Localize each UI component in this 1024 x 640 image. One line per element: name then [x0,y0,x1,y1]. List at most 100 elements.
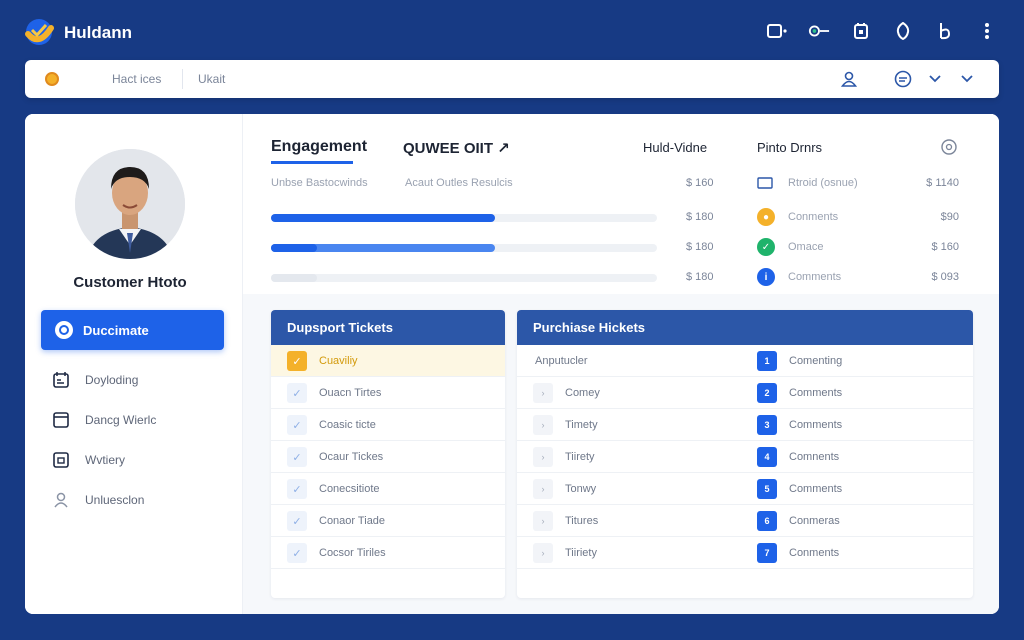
checkbox-icon[interactable]: ✓ [287,543,307,563]
progress-bar-3 [271,274,657,282]
support-tickets-panel: Dupsport Tickets ✓ Cuaviliy ✓ Ouacn Tirtes… [271,310,505,598]
tab-engagement[interactable]: Engagement [271,138,367,156]
profile-name: Customer Htoto [73,274,187,291]
row-label: Titures [565,515,599,527]
stat-label: Omace [788,241,824,253]
content-area: Engagement QUWEE OIIT ↗ Huld-Vidne Pinto… [243,114,999,614]
table-row[interactable]: › Titures 6 Conmeras [517,505,973,537]
sidebar-item-4[interactable]: Unluesclon [51,488,144,512]
row-label: Timety [565,419,598,431]
comment-icon[interactable]: 7 [757,543,777,563]
checkbox-icon[interactable]: › [533,383,553,403]
main-card: Customer Htoto Duccimate Doyloding Dancg… [25,114,999,614]
row-label: Tiiriety [565,547,597,559]
purchase-tickets-panel: Purchiase Hickets Anputucler 1 Comenting… [517,310,973,598]
checkbox-icon[interactable]: ✓ [287,479,307,499]
checkbox-icon[interactable]: ✓ [287,511,307,531]
progress-segment-2 [271,244,318,252]
column-header: Comenting [789,355,843,367]
progress-fill-3 [271,274,318,282]
chevron-down-icon[interactable] [957,69,977,89]
progress-value-2: $ 180 [686,241,714,253]
tab-quwee[interactable]: QUWEE OIIT ↗ [403,139,510,157]
calendar-icon[interactable] [850,21,872,41]
column-header: Anputucler [535,355,588,367]
window-icon[interactable] [766,21,788,41]
row-label: Tiirety [565,451,595,463]
chevron-down-icon[interactable] [925,69,945,89]
table-row[interactable]: ✓ Ocaur Tickes [271,441,505,473]
sub-value: $ 160 [686,177,714,189]
checkbox-icon[interactable]: › [533,543,553,563]
table-row[interactable]: › Comey 2 Comments [517,377,973,409]
settings-icon[interactable] [940,138,958,156]
shield-icon[interactable] [892,21,914,41]
dashboard-icon [55,321,73,339]
checkbox-icon[interactable]: ✓ [287,351,307,371]
table-row[interactable]: ✓ Conecsitiote [271,473,505,505]
comment-icon: 1 [757,351,777,371]
checkbox-icon[interactable]: ✓ [287,447,307,467]
window-icon [51,450,71,470]
column-header-b: Pinto Drnrs [757,140,823,155]
comment-icon[interactable]: 3 [757,415,777,435]
table-row[interactable]: › Tonwy 5 Comments [517,473,973,505]
b-icon[interactable] [934,21,956,41]
sidebar-item-1[interactable]: Doyloding [51,368,138,392]
table-row[interactable]: ✓ Conaor Tiade [271,505,505,537]
checkbox-icon[interactable]: ✓ [287,415,307,435]
comment-icon[interactable]: 2 [757,383,777,403]
progress-value-1: $ 180 [686,211,714,223]
checkbox-icon[interactable]: › [533,447,553,467]
sidebar-item-3[interactable]: Wvtiery [51,448,125,472]
comment-icon[interactable]: 5 [757,479,777,499]
check-icon: ✓ [757,238,775,256]
panel-title: Purchiase Hickets [517,310,973,345]
checkbox-icon[interactable]: ✓ [287,383,307,403]
comment-icon[interactable]: 6 [757,511,777,531]
more-icon[interactable] [976,21,998,41]
table-row[interactable]: ✓ Coasic ticte [271,409,505,441]
checkbox-icon[interactable]: › [533,479,553,499]
sidebar-item-active[interactable]: Duccimate [41,310,224,350]
row-label: Conaor Tiade [319,515,386,527]
row-label: Ouacn Tirtes [319,387,382,399]
table-row[interactable]: ✓ Ouacn Tirtes [271,377,505,409]
search-bar: Hact ices Ukait [25,60,999,98]
stat-value: $ 093 [931,271,959,283]
avatar [75,149,185,259]
sidebar-item-label: Unluesclon [85,493,145,507]
progress-bar-2 [271,244,657,252]
table-row[interactable]: ✓ Cocsor Tiriles [271,537,505,569]
row-label: Comey [565,387,600,399]
comment-icon[interactable]: 4 [757,447,777,467]
square-icon [757,177,773,189]
stat-label: Comments [788,271,842,283]
table-row[interactable]: › Tiirety 4 Comnents [517,441,973,473]
sidebar: Customer Htoto Duccimate Doyloding Dancg… [25,114,243,614]
progress-bar-1 [271,214,657,222]
tab-second[interactable]: Ukait [198,72,225,86]
table-row[interactable]: › Tiiriety 7 Conments [517,537,973,569]
sub-label-a: Unbse Bastocwinds [271,177,368,189]
engagement-section: Engagement QUWEE OIIT ↗ Huld-Vidne Pinto… [243,114,999,294]
panel-title: Dupsport Tickets [271,310,505,345]
sidebar-item-label: Doyloding [85,373,139,387]
document-icon [51,410,71,430]
table-header-row: Anputucler 1 Comenting [517,345,973,377]
chat-icon[interactable] [893,69,913,89]
table-row[interactable]: ✓ Cuaviliy [271,345,505,377]
top-toolbar [766,21,998,41]
sidebar-item-2[interactable]: Dancg Wierlc [51,408,156,432]
checkbox-icon[interactable]: › [533,511,553,531]
progress-value-3: $ 180 [686,271,714,283]
row-label: Cocsor Tiriles [319,547,386,559]
row-status: Conmeras [789,515,840,527]
link-icon[interactable] [808,21,830,41]
tab-first[interactable]: Hact ices [112,72,161,86]
table-row[interactable]: › Timety 3 Comments [517,409,973,441]
coin-icon: ● [757,208,775,226]
profile-icon[interactable] [839,69,859,89]
checkbox-icon[interactable]: › [533,415,553,435]
top-bar: Huldann [0,0,1024,60]
